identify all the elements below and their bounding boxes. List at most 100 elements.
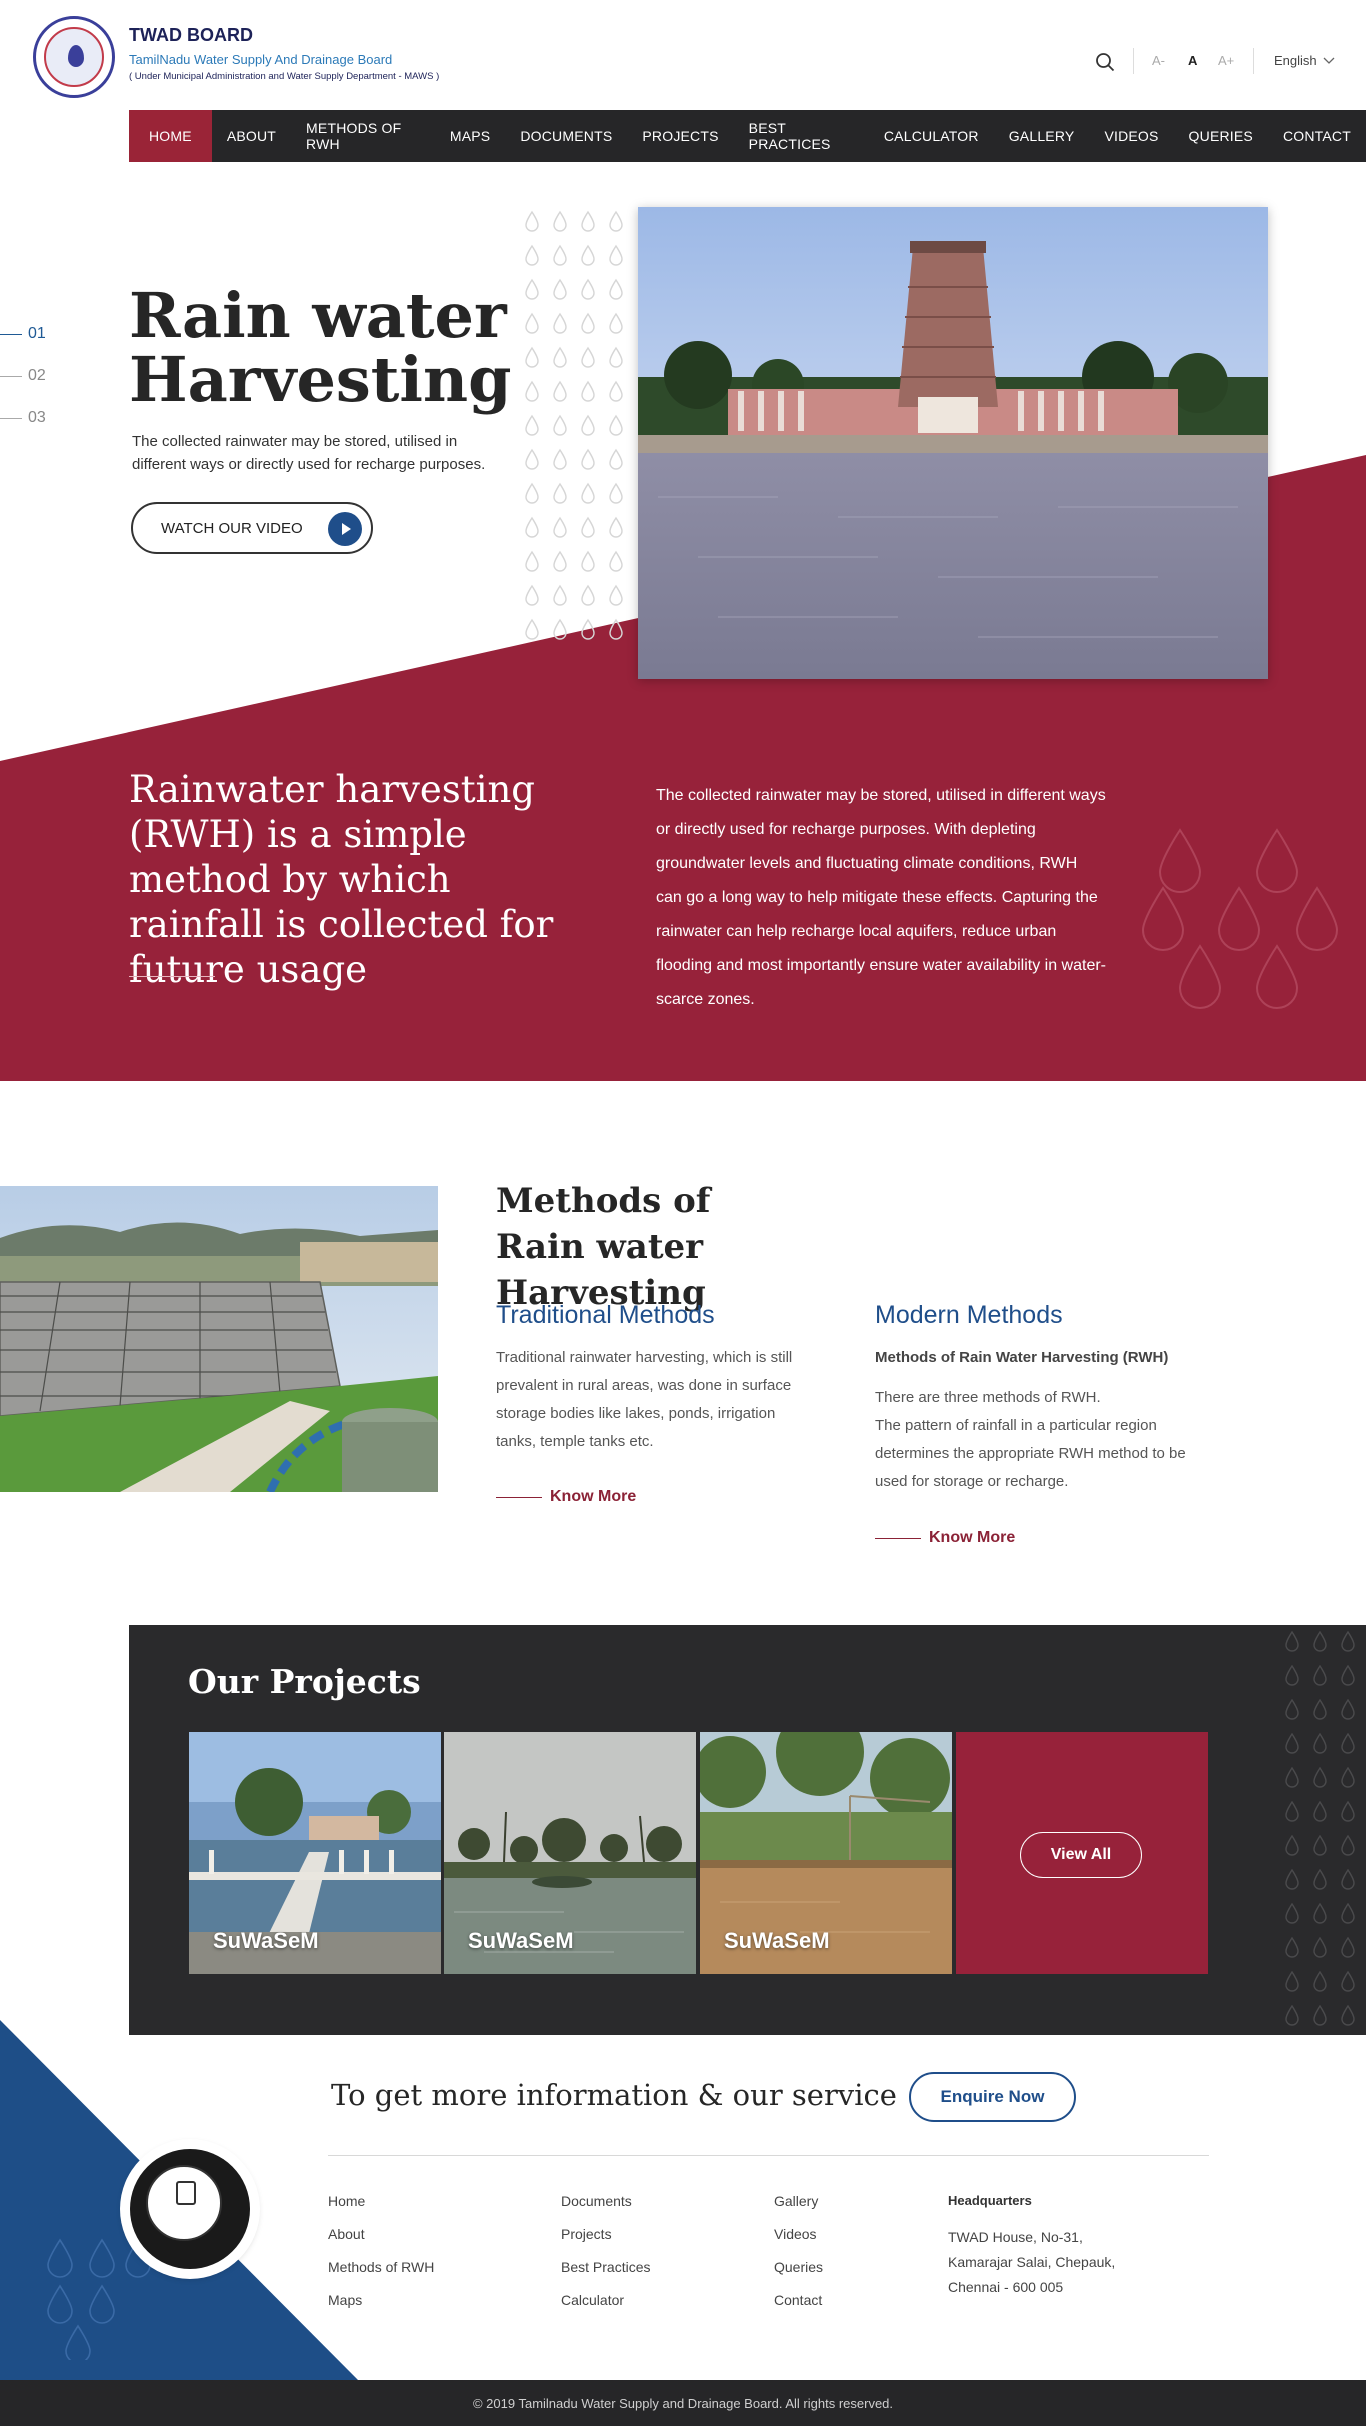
view-all-button[interactable]: View All xyxy=(1020,1832,1142,1878)
methods-title: Methods of Rain water Harvesting xyxy=(496,1181,711,1313)
raindrop-icon xyxy=(1285,1698,1299,1720)
raindrop-icon xyxy=(525,210,539,232)
raindrop-icon xyxy=(581,448,595,470)
logo-emblem xyxy=(44,27,104,87)
raindrop-icon xyxy=(1285,1664,1299,1686)
project-card[interactable]: SuWaSeM xyxy=(189,1732,441,1974)
project-label: SuWaSeM xyxy=(213,1928,319,1953)
raindrop-icon xyxy=(1285,1630,1299,1652)
project-card[interactable]: SuWaSeM xyxy=(444,1732,696,1974)
raindrop-icon xyxy=(609,516,623,538)
footer-link-home[interactable]: Home xyxy=(328,2193,365,2209)
search-icon[interactable] xyxy=(1095,52,1115,72)
raindrop-icon xyxy=(1341,1698,1355,1720)
nav-item-about[interactable]: ABOUT xyxy=(212,110,291,162)
raindrop-icon xyxy=(553,210,567,232)
nav-item-contact[interactable]: CONTACT xyxy=(1268,110,1366,162)
nav-item-maps[interactable]: MAPS xyxy=(435,110,505,162)
twad-logo[interactable] xyxy=(33,16,115,98)
slide-indicator-2[interactable]: 02 xyxy=(0,367,46,385)
raindrop-icon xyxy=(1313,1766,1327,1788)
raindrop-icon xyxy=(553,312,567,334)
modern-methods-text: There are three methods of RWH. The patt… xyxy=(875,1389,1186,1490)
raindrop-icon xyxy=(1341,1902,1355,1924)
raindrop-icon xyxy=(1341,2004,1355,2026)
footer-link-documents[interactable]: Documents xyxy=(561,2193,632,2209)
footer-link-best-practices[interactable]: Best Practices xyxy=(561,2259,650,2275)
nav-item-gallery[interactable]: GALLERY xyxy=(994,110,1090,162)
nav-item-videos[interactable]: VIDEOS xyxy=(1089,110,1173,162)
raindrop-icon xyxy=(1285,1800,1299,1822)
nav-item-calculator[interactable]: CALCULATOR xyxy=(869,110,994,162)
font-normal-button[interactable]: A xyxy=(1188,53,1197,68)
raindrop-icon xyxy=(609,618,623,640)
nav-item-home[interactable]: HOME xyxy=(129,110,212,162)
brand-subtitle: TamilNadu Water Supply And Drainage Boar… xyxy=(129,52,393,67)
raindrop-icon xyxy=(609,584,623,606)
raindrop-icon xyxy=(609,346,623,368)
raindrop-icon xyxy=(525,346,539,368)
raindrop-icon xyxy=(525,482,539,504)
font-decrease-button[interactable]: A- xyxy=(1152,53,1165,68)
footer-link-projects[interactable]: Projects xyxy=(561,2226,612,2242)
footer-link-videos[interactable]: Videos xyxy=(774,2226,817,2242)
raindrop-icon xyxy=(525,516,539,538)
raindrop-icon xyxy=(1285,1970,1299,1992)
rwh-heading: Rainwater harvesting (RWH) is a simple m… xyxy=(129,768,554,991)
traditional-methods-title: Traditional Methods xyxy=(496,1301,715,1329)
raindrop-icon xyxy=(1313,1732,1327,1754)
raindrop-icon xyxy=(581,550,595,572)
headquarters-address: TWAD House, No-31, Kamarajar Salai, Chep… xyxy=(948,2229,1116,2295)
watch-video-label: WATCH OUR VIDEO xyxy=(161,519,303,537)
raindrop-icon xyxy=(1341,1732,1355,1754)
font-increase-button[interactable]: A+ xyxy=(1218,53,1234,68)
brand-title[interactable]: TWAD BOARD xyxy=(129,25,253,46)
footer-link-methods-of-rwh[interactable]: Methods of RWH xyxy=(328,2259,434,2275)
nav-item-queries[interactable]: QUERIES xyxy=(1174,110,1268,162)
nav-item-projects[interactable]: PROJECTS xyxy=(627,110,733,162)
view-all-panel: View All xyxy=(956,1732,1208,1974)
footer-link-maps[interactable]: Maps xyxy=(328,2292,362,2308)
brand-department: ( Under Municipal Administration and Wat… xyxy=(129,71,440,82)
raindrop-icon xyxy=(1313,1664,1327,1686)
modern-methods-subtitle: Methods of Rain Water Harvesting (RWH) xyxy=(875,1349,1169,1366)
slide-indicator-1[interactable]: 01 xyxy=(0,325,46,343)
hero-description: The collected rainwater may be stored, u… xyxy=(132,433,486,473)
raindrop-icon xyxy=(581,312,595,334)
footer-link-gallery[interactable]: Gallery xyxy=(774,2193,818,2209)
footer-link-queries[interactable]: Queries xyxy=(774,2259,823,2275)
traditional-know-more-link[interactable]: Know More xyxy=(496,1488,636,1506)
raindrop-icon xyxy=(553,380,567,402)
raindrop-icon xyxy=(553,516,567,538)
raindrop-icon xyxy=(525,618,539,640)
copyright-bar: © 2019 Tamilnadu Water Supply and Draina… xyxy=(0,2380,1366,2426)
raindrop-icon xyxy=(1313,1902,1327,1924)
raindrops-decoration xyxy=(1141,828,1339,1009)
raindrop-icon xyxy=(581,210,595,232)
modern-know-more-link[interactable]: Know More xyxy=(875,1529,1015,1547)
raindrop-icon xyxy=(1341,1800,1355,1822)
footer-link-calculator[interactable]: Calculator xyxy=(561,2292,624,2308)
nav-item-best-practices[interactable]: BEST PRACTICES xyxy=(734,110,869,162)
raindrop-icon xyxy=(581,482,595,504)
raindrop-icon xyxy=(609,448,623,470)
raindrop-icon xyxy=(1313,1834,1327,1856)
watch-video-button[interactable]: WATCH OUR VIDEO xyxy=(131,502,373,554)
raindrop-icon xyxy=(581,380,595,402)
raindrop-icon xyxy=(1285,1834,1299,1856)
hero-temple-tank-image xyxy=(638,207,1268,679)
raindrop-icon xyxy=(1285,1868,1299,1890)
enquire-now-button[interactable]: Enquire Now xyxy=(909,2072,1076,2122)
chevron-down-icon xyxy=(1323,57,1335,64)
slide-indicator-3[interactable]: 03 xyxy=(0,409,46,427)
play-icon xyxy=(328,512,362,546)
nav-item-methods-of-rwh[interactable]: METHODS OF RWH xyxy=(291,110,435,162)
footer-link-about[interactable]: About xyxy=(328,2226,365,2242)
footer-link-contact[interactable]: Contact xyxy=(774,2292,822,2308)
project-card[interactable]: SuWaSeM xyxy=(700,1732,952,1974)
language-select[interactable]: English xyxy=(1274,53,1335,68)
nav-item-documents[interactable]: DOCUMENTS xyxy=(505,110,627,162)
raindrop-icon xyxy=(553,584,567,606)
rwh-heading-underline xyxy=(129,976,215,977)
raindrop-icon xyxy=(525,584,539,606)
